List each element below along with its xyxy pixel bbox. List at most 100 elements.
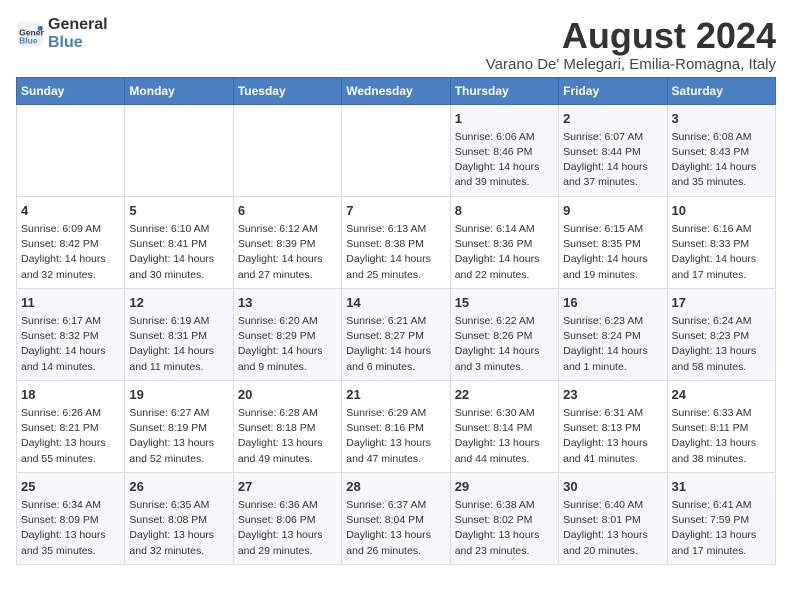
calendar-cell: [17, 104, 125, 196]
day-number: 16: [563, 294, 662, 312]
day-number: 2: [563, 110, 662, 128]
header-wednesday: Wednesday: [342, 77, 450, 104]
day-number: 1: [455, 110, 554, 128]
cell-content: Sunrise: 6:31 AM Sunset: 8:13 PM Dayligh…: [563, 406, 662, 467]
calendar-cell: 17 Sunrise: 6:24 AM Sunset: 8:23 PM Dayli…: [667, 288, 775, 380]
cell-content: Sunrise: 6:06 AM Sunset: 8:46 PM Dayligh…: [455, 130, 554, 191]
day-number: 7: [346, 202, 445, 220]
cell-content: Sunrise: 6:21 AM Sunset: 8:27 PM Dayligh…: [346, 314, 445, 375]
day-number: 10: [672, 202, 771, 220]
calendar-week-row: 18 Sunrise: 6:26 AM Sunset: 8:21 PM Dayli…: [17, 380, 776, 472]
cell-content: Sunrise: 6:24 AM Sunset: 8:23 PM Dayligh…: [672, 314, 771, 375]
day-number: 30: [563, 478, 662, 496]
day-number: 9: [563, 202, 662, 220]
cell-content: Sunrise: 6:38 AM Sunset: 8:02 PM Dayligh…: [455, 498, 554, 559]
cell-content: Sunrise: 6:15 AM Sunset: 8:35 PM Dayligh…: [563, 222, 662, 283]
cell-content: Sunrise: 6:13 AM Sunset: 8:38 PM Dayligh…: [346, 222, 445, 283]
day-number: 5: [129, 202, 228, 220]
day-number: 28: [346, 478, 445, 496]
header-monday: Monday: [125, 77, 233, 104]
calendar-cell: 27 Sunrise: 6:36 AM Sunset: 8:06 PM Dayli…: [233, 472, 341, 564]
calendar-cell: 14 Sunrise: 6:21 AM Sunset: 8:27 PM Dayli…: [342, 288, 450, 380]
calendar-week-row: 25Sunrise: 6:34 AM Sunset: 8:09 PM Dayli…: [17, 472, 776, 564]
header-tuesday: Tuesday: [233, 77, 341, 104]
day-number: 8: [455, 202, 554, 220]
calendar-cell: 10 Sunrise: 6:16 AM Sunset: 8:33 PM Dayli…: [667, 196, 775, 288]
day-number: 17: [672, 294, 771, 312]
calendar-cell: [342, 104, 450, 196]
calendar-cell: 3Sunrise: 6:08 AM Sunset: 8:43 PM Daylig…: [667, 104, 775, 196]
calendar-cell: 12Sunrise: 6:19 AM Sunset: 8:31 PM Dayli…: [125, 288, 233, 380]
logo-text-line2: Blue: [48, 34, 108, 52]
header-sunday: Sunday: [17, 77, 125, 104]
cell-content: Sunrise: 6:37 AM Sunset: 8:04 PM Dayligh…: [346, 498, 445, 559]
calendar-table: SundayMondayTuesdayWednesdayThursdayFrid…: [16, 77, 776, 565]
calendar-cell: [233, 104, 341, 196]
calendar-cell: 19 Sunrise: 6:27 AM Sunset: 8:19 PM Dayli…: [125, 380, 233, 472]
day-number: 20: [238, 386, 337, 404]
day-number: 11: [21, 294, 120, 312]
page-header: General Blue General Blue August 2024 Va…: [16, 16, 776, 73]
calendar-cell: 2 Sunrise: 6:07 AM Sunset: 8:44 PM Daylig…: [559, 104, 667, 196]
cell-content: Sunrise: 6:10 AM Sunset: 8:41 PM Dayligh…: [129, 222, 228, 283]
calendar-cell: 13Sunrise: 6:20 AM Sunset: 8:29 PM Dayli…: [233, 288, 341, 380]
calendar-cell: 29 Sunrise: 6:38 AM Sunset: 8:02 PM Dayli…: [450, 472, 558, 564]
day-number: 22: [455, 386, 554, 404]
calendar-week-row: 4Sunrise: 6:09 AM Sunset: 8:42 PM Daylig…: [17, 196, 776, 288]
title-block: August 2024 Varano De' Melegari, Emilia-…: [486, 16, 776, 73]
calendar-cell: 15 Sunrise: 6:22 AM Sunset: 8:26 PM Dayli…: [450, 288, 558, 380]
header-thursday: Thursday: [450, 77, 558, 104]
cell-content: Sunrise: 6:28 AM Sunset: 8:18 PM Dayligh…: [238, 406, 337, 467]
day-number: 13: [238, 294, 337, 312]
cell-content: Sunrise: 6:41 AM Sunset: 7:59 PM Dayligh…: [672, 498, 771, 559]
page-title: August 2024: [486, 16, 776, 56]
day-number: 18: [21, 386, 120, 404]
calendar-cell: 26Sunrise: 6:35 AM Sunset: 8:08 PM Dayli…: [125, 472, 233, 564]
cell-content: Sunrise: 6:07 AM Sunset: 8:44 PM Dayligh…: [563, 130, 662, 191]
cell-content: Sunrise: 6:16 AM Sunset: 8:33 PM Dayligh…: [672, 222, 771, 283]
cell-content: Sunrise: 6:36 AM Sunset: 8:06 PM Dayligh…: [238, 498, 337, 559]
cell-content: Sunrise: 6:22 AM Sunset: 8:26 PM Dayligh…: [455, 314, 554, 375]
calendar-cell: 21Sunrise: 6:29 AM Sunset: 8:16 PM Dayli…: [342, 380, 450, 472]
day-number: 29: [455, 478, 554, 496]
day-number: 14: [346, 294, 445, 312]
calendar-cell: 6Sunrise: 6:12 AM Sunset: 8:39 PM Daylig…: [233, 196, 341, 288]
cell-content: Sunrise: 6:19 AM Sunset: 8:31 PM Dayligh…: [129, 314, 228, 375]
calendar-cell: 8Sunrise: 6:14 AM Sunset: 8:36 PM Daylig…: [450, 196, 558, 288]
calendar-cell: 28 Sunrise: 6:37 AM Sunset: 8:04 PM Dayli…: [342, 472, 450, 564]
calendar-cell: 4Sunrise: 6:09 AM Sunset: 8:42 PM Daylig…: [17, 196, 125, 288]
cell-content: Sunrise: 6:17 AM Sunset: 8:32 PM Dayligh…: [21, 314, 120, 375]
cell-content: Sunrise: 6:30 AM Sunset: 8:14 PM Dayligh…: [455, 406, 554, 467]
header-saturday: Saturday: [667, 77, 775, 104]
calendar-cell: 30 Sunrise: 6:40 AM Sunset: 8:01 PM Dayli…: [559, 472, 667, 564]
header-friday: Friday: [559, 77, 667, 104]
cell-content: Sunrise: 6:35 AM Sunset: 8:08 PM Dayligh…: [129, 498, 228, 559]
calendar-cell: 25Sunrise: 6:34 AM Sunset: 8:09 PM Dayli…: [17, 472, 125, 564]
day-number: 27: [238, 478, 337, 496]
day-number: 19: [129, 386, 228, 404]
cell-content: Sunrise: 6:27 AM Sunset: 8:19 PM Dayligh…: [129, 406, 228, 467]
cell-content: Sunrise: 6:40 AM Sunset: 8:01 PM Dayligh…: [563, 498, 662, 559]
calendar-cell: 5 Sunrise: 6:10 AM Sunset: 8:41 PM Daylig…: [125, 196, 233, 288]
cell-content: Sunrise: 6:29 AM Sunset: 8:16 PM Dayligh…: [346, 406, 445, 467]
cell-content: Sunrise: 6:09 AM Sunset: 8:42 PM Dayligh…: [21, 222, 120, 283]
calendar-cell: 20 Sunrise: 6:28 AM Sunset: 8:18 PM Dayli…: [233, 380, 341, 472]
calendar-cell: [125, 104, 233, 196]
calendar-cell: 16 Sunrise: 6:23 AM Sunset: 8:24 PM Dayli…: [559, 288, 667, 380]
logo-icon: General Blue: [16, 20, 44, 48]
calendar-week-row: 11 Sunrise: 6:17 AM Sunset: 8:32 PM Dayli…: [17, 288, 776, 380]
calendar-cell: 31Sunrise: 6:41 AM Sunset: 7:59 PM Dayli…: [667, 472, 775, 564]
day-number: 15: [455, 294, 554, 312]
logo: General Blue General Blue: [16, 16, 108, 51]
calendar-cell: 23Sunrise: 6:31 AM Sunset: 8:13 PM Dayli…: [559, 380, 667, 472]
calendar-cell: 1 Sunrise: 6:06 AM Sunset: 8:46 PM Daylig…: [450, 104, 558, 196]
cell-content: Sunrise: 6:33 AM Sunset: 8:11 PM Dayligh…: [672, 406, 771, 467]
page-subtitle: Varano De' Melegari, Emilia-Romagna, Ita…: [486, 56, 776, 73]
logo-text-line1: General: [48, 16, 108, 34]
cell-content: Sunrise: 6:23 AM Sunset: 8:24 PM Dayligh…: [563, 314, 662, 375]
cell-content: Sunrise: 6:34 AM Sunset: 8:09 PM Dayligh…: [21, 498, 120, 559]
day-number: 3: [672, 110, 771, 128]
day-number: 24: [672, 386, 771, 404]
calendar-week-row: 1 Sunrise: 6:06 AM Sunset: 8:46 PM Daylig…: [17, 104, 776, 196]
cell-content: Sunrise: 6:26 AM Sunset: 8:21 PM Dayligh…: [21, 406, 120, 467]
